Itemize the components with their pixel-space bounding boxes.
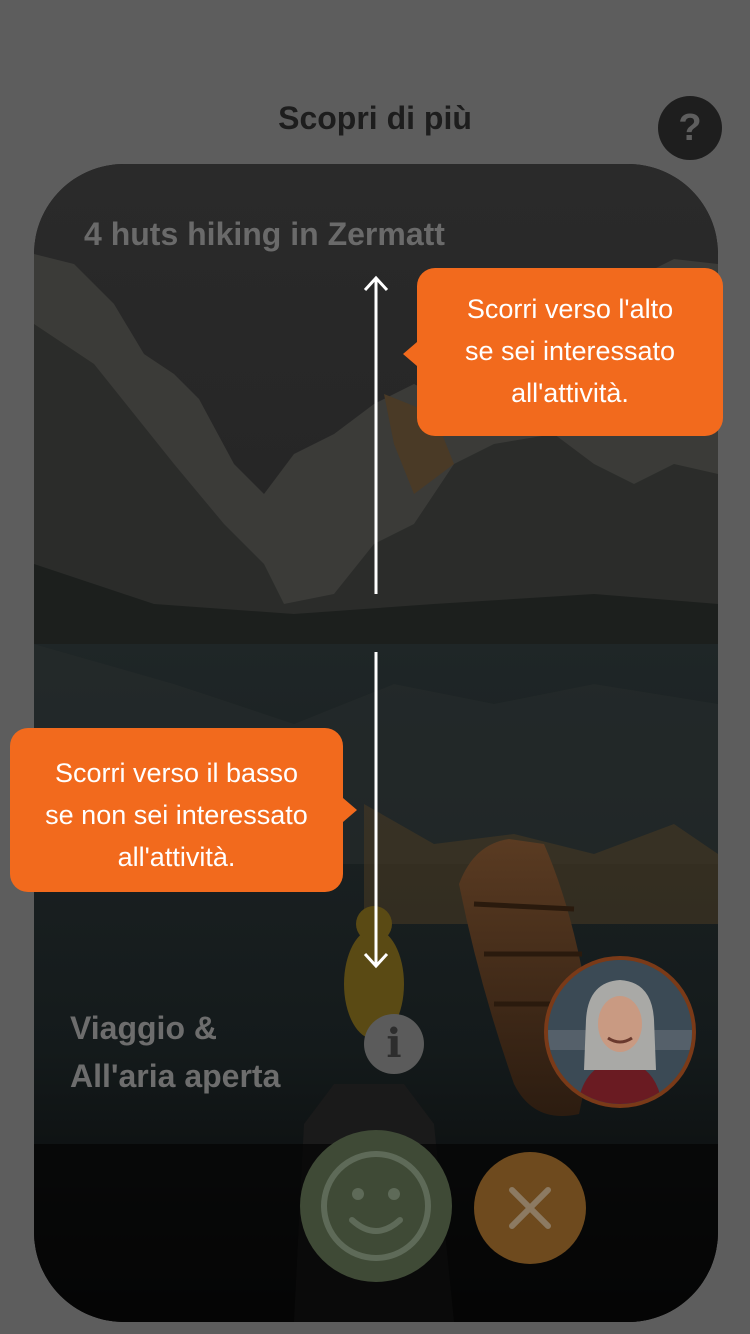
question-mark-icon: ?: [678, 107, 702, 149]
swipe-down-arrow-icon: [363, 652, 389, 969]
category-line-2: All'aria aperta: [70, 1058, 281, 1094]
info-icon: i: [386, 1020, 402, 1067]
smiley-icon: [321, 1151, 431, 1261]
activity-category: Viaggio & All'aria aperta: [70, 1004, 280, 1100]
activity-title: 4 huts hiking in Zermatt: [84, 216, 445, 252]
swipe-up-tooltip: Scorri verso l'alto se sei interessato a…: [403, 268, 723, 436]
category-line-1: Viaggio &: [70, 1010, 217, 1046]
tooltip-up-line-3: all'attività.: [511, 378, 629, 408]
tooltip-down-line-3: all'attività.: [117, 842, 236, 872]
close-icon: [509, 1187, 551, 1229]
help-button[interactable]: ?: [658, 96, 722, 160]
page-title: Scopri di più: [278, 100, 472, 136]
tooltip-up-line-1: Scorri verso l'alto: [466, 294, 674, 324]
like-button[interactable]: [300, 1130, 452, 1282]
person-photo: [548, 960, 692, 1104]
info-button[interactable]: i: [364, 1014, 424, 1074]
tooltip-down-line-2: se non sei interessato: [45, 800, 308, 830]
dislike-button[interactable]: [474, 1152, 586, 1264]
tooltip-up-line-2: se sei interessato: [464, 336, 676, 366]
swipe-down-tooltip: Scorri verso il basso se non sei interes…: [10, 728, 357, 892]
tooltip-down-line-1: Scorri verso il basso: [54, 758, 299, 788]
swipe-up-arrow-icon: [363, 275, 389, 594]
organizer-avatar[interactable]: [544, 956, 696, 1108]
